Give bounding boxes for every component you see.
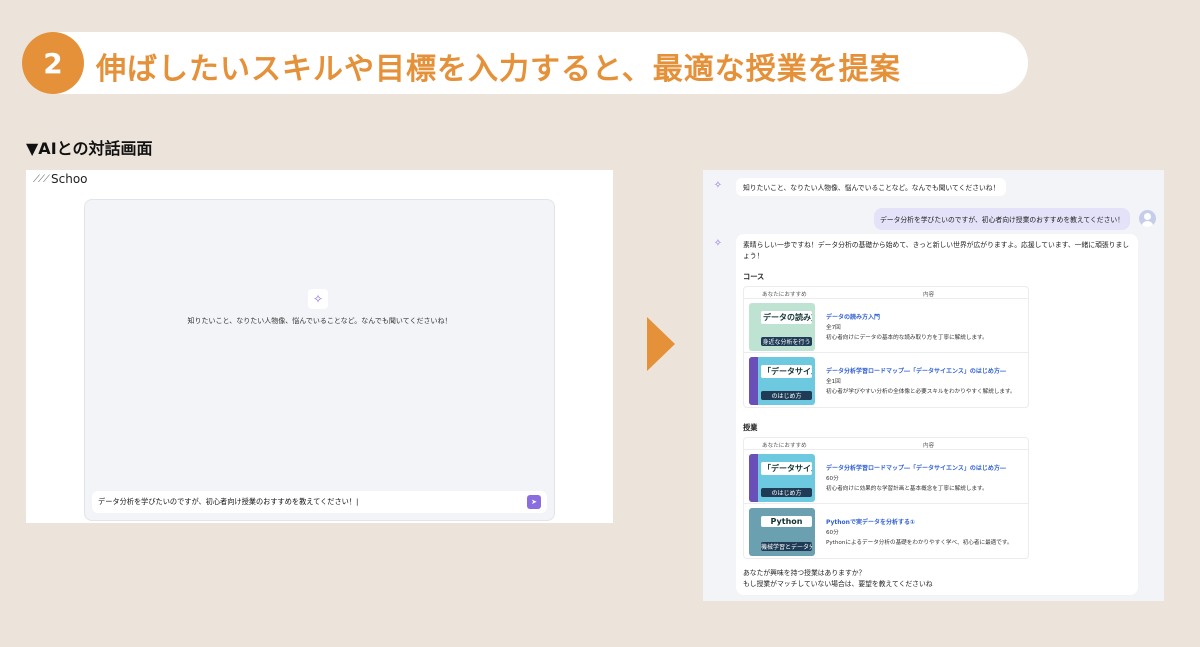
thumbnail-strip xyxy=(749,454,758,502)
course-meta: 全1回 xyxy=(826,379,841,385)
course-description: 初心者が学びやすい分析の全体像と必要スキルをわかりやすく解説します。 xyxy=(826,389,1016,395)
closing-line-2: もし授業がマッチしていない場合は、要望を教えてくださいね xyxy=(743,580,933,588)
thumbnail-title: データの読み方入門 xyxy=(761,311,812,324)
lesson-thumbnail[interactable]: Python 機械学習とデータ分析 xyxy=(749,508,815,556)
lesson-thumbnail[interactable]: 「データサイエンス」 のはじめ方 xyxy=(749,454,815,502)
left-chat-screen: ⟋⟋⟋ Schoo ✧ 知りたいこと、なりたい人物像、悩んでいることなど。なんで… xyxy=(26,170,613,523)
ai-answer-card: 素晴らしい一歩ですね！データ分析の基礎から始めて、きっと新しい世界が広がりますよ… xyxy=(736,234,1138,595)
col-content: 内容 xyxy=(923,292,935,298)
course-description: 初心者向けにデータの基本的な読み取り方を丁寧に解説します。 xyxy=(826,335,988,341)
lesson-meta: 60分 xyxy=(826,530,839,536)
thumbnail-subtitle: のはじめ方 xyxy=(761,391,812,400)
lesson-row[interactable]: 「データサイエンス」 のはじめ方 データ分析学習ロードマップ―「データサイエンス… xyxy=(744,450,1028,504)
courses-label: コース xyxy=(743,272,765,281)
ai-greeting-bubble: 知りたいこと、なりたい人物像、悩んでいることなど。なんでも聞いてくださいね！ xyxy=(736,178,1007,196)
thumbnail-subtitle: 身近な分析を行う xyxy=(761,337,812,346)
thumbnail-subtitle: のはじめ方 xyxy=(761,488,812,497)
col-recommend: あなたにおすすめ xyxy=(762,443,807,449)
col-content: 内容 xyxy=(923,443,935,449)
lesson-meta: 60分 xyxy=(826,476,839,482)
send-arrow-icon: ➤ xyxy=(531,498,537,506)
ai-greeting-text: 知りたいこと、なりたい人物像、悩んでいることなど。なんでも聞いてくださいね！ xyxy=(187,317,452,325)
lesson-title-link[interactable]: Pythonで実データを分析する① xyxy=(826,517,915,526)
ai-sparkle-icon: ✧ xyxy=(308,289,328,309)
course-meta: 全7回 xyxy=(826,325,841,331)
col-recommend: あなたにおすすめ xyxy=(762,292,807,298)
lesson-description: 初心者向けに効果的な学習計画と基本概念を丁寧に解説します。 xyxy=(826,486,988,492)
section-label: ▼AIとの対話画面 xyxy=(26,139,153,158)
table-header: あなたにおすすめ 内容 xyxy=(744,287,1028,299)
chat-input-value[interactable]: データ分析を学びたいのですが、初心者向け授業のおすすめを教えてください！| xyxy=(98,497,358,507)
thumbnail-subtitle: 機械学習とデータ分析 xyxy=(761,542,812,551)
step-number-badge: 2 xyxy=(22,32,84,94)
app-topbar: ⟋⟋⟋ Schoo xyxy=(26,170,613,188)
course-thumbnail[interactable]: 「データサイエンス」 のはじめ方 xyxy=(749,357,815,405)
schoo-logo-icon: ⟋⟋⟋ xyxy=(33,173,50,185)
course-row[interactable]: 「データサイエンス」 のはじめ方 データ分析学習ロードマップ―「データサイエンス… xyxy=(744,353,1028,407)
course-title-link[interactable]: データの読み方入門 xyxy=(826,312,880,321)
send-button[interactable]: ➤ xyxy=(527,495,541,509)
closing-text: あなたが興味を持つ授業はありますか？ もし授業がマッチしていない場合は、要望を教… xyxy=(743,568,933,590)
arrow-right-icon xyxy=(647,317,675,371)
lesson-title-link[interactable]: データ分析学習ロードマップ―「データサイエンス」のはじめ方― xyxy=(826,463,1006,472)
lesson-description: Pythonによるデータ分析の基礎をわかりやすく学べ、初心者に最適です。 xyxy=(826,540,1013,546)
lessons-label: 授業 xyxy=(743,423,758,432)
user-avatar xyxy=(1139,210,1156,227)
course-title-link[interactable]: データ分析学習ロードマップ―「データサイエンス」のはじめ方― xyxy=(826,366,1006,375)
thumbnail-title: 「データサイエンス」 xyxy=(761,462,812,475)
thumbnail-title: 「データサイエンス」 xyxy=(761,365,812,378)
answer-intro: 素晴らしい一歩ですね！データ分析の基礎から始めて、きっと新しい世界が広がりますよ… xyxy=(743,241,1130,260)
thumbnail-title: Python xyxy=(761,516,812,527)
chat-panel: ✧ 知りたいこと、なりたい人物像、悩んでいることなど。なんでも聞いてくださいね！… xyxy=(84,199,555,521)
table-header: あなたにおすすめ 内容 xyxy=(744,438,1028,450)
banner-title: 伸ばしたいスキルや目標を入力すると、最適な授業を提案 xyxy=(96,52,901,87)
lesson-row[interactable]: Python 機械学習とデータ分析 Pythonで実データを分析する① 60分 … xyxy=(744,504,1028,558)
thumbnail-strip xyxy=(749,357,758,405)
chat-input[interactable]: データ分析を学びたいのですが、初心者向け授業のおすすめを教えてください！| ➤ xyxy=(92,491,547,513)
closing-line-1: あなたが興味を持つ授業はありますか？ xyxy=(743,569,866,577)
courses-table: あなたにおすすめ 内容 データの読み方入門 身近な分析を行う データの読み方入門… xyxy=(743,286,1029,408)
ai-sparkle-icon: ✧ xyxy=(713,179,723,191)
ai-sparkle-icon: ✧ xyxy=(713,237,723,249)
lessons-table: あなたにおすすめ 内容 「データサイエンス」 のはじめ方 データ分析学習ロードマ… xyxy=(743,437,1029,559)
course-thumbnail[interactable]: データの読み方入門 身近な分析を行う xyxy=(749,303,815,351)
right-chat-screen: ✧ 知りたいこと、なりたい人物像、悩んでいることなど。なんでも聞いてくださいね！… xyxy=(703,170,1164,601)
user-message-bubble: データ分析を学びたいのですが、初心者向け授業のおすすめを教えてください！ xyxy=(874,208,1130,230)
course-row[interactable]: データの読み方入門 身近な分析を行う データの読み方入門 全7回 初心者向けにデ… xyxy=(744,299,1028,353)
app-name: Schoo xyxy=(51,172,88,186)
